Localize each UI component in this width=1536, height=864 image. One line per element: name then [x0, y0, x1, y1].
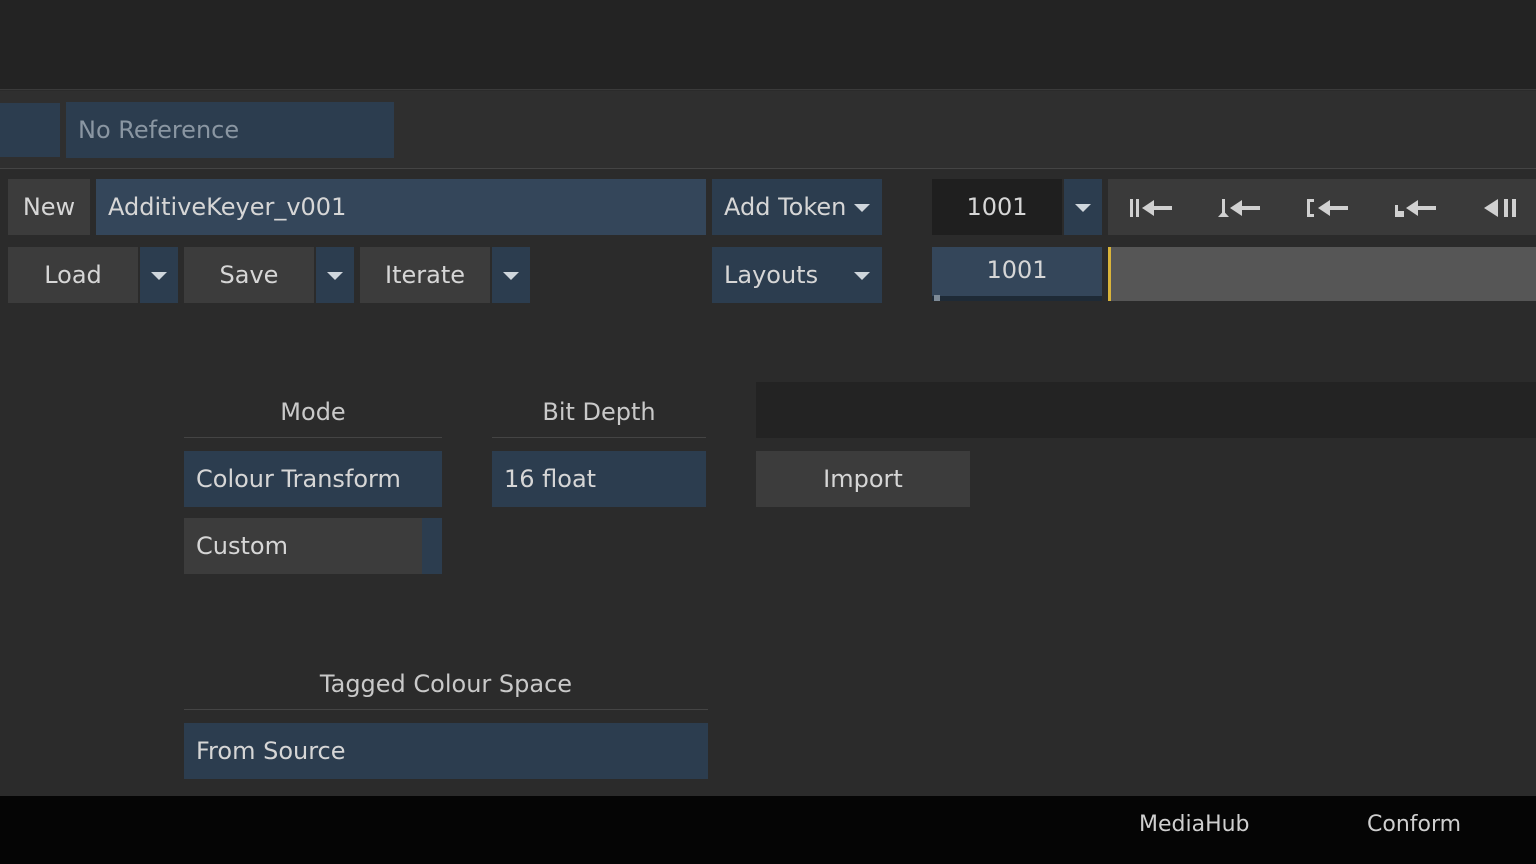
tab-conform[interactable]: Conform: [1367, 810, 1461, 840]
import-button[interactable]: Import: [756, 451, 970, 507]
mode-dropdown[interactable]: Colour Transform: [184, 451, 442, 507]
chevron-down-icon: [151, 272, 167, 280]
timeline-mini-handle: [934, 295, 940, 301]
custom-options-button[interactable]: [422, 518, 442, 574]
chevron-down-icon: [854, 204, 870, 212]
save-options-button[interactable]: [316, 247, 354, 303]
layouts-dropdown[interactable]: Layouts: [712, 247, 882, 303]
custom-field[interactable]: Custom: [184, 518, 422, 574]
go-to-start-icon[interactable]: [1128, 197, 1176, 219]
previous-keyframe-icon[interactable]: [1216, 197, 1264, 219]
name-input[interactable]: AdditiveKeyer_v001: [96, 179, 706, 235]
new-button[interactable]: New: [8, 179, 90, 235]
tagged-colour-space-divider: [184, 709, 708, 710]
frame-field[interactable]: 1001: [932, 179, 1062, 235]
playhead[interactable]: [1108, 247, 1111, 301]
tagged-colour-space-label: Tagged Colour Space: [319, 670, 573, 698]
reference-field[interactable]: No Reference: [66, 102, 394, 158]
load-button[interactable]: Load: [8, 247, 138, 303]
transport-controls: [1108, 179, 1536, 235]
frame-options-button[interactable]: [1064, 179, 1102, 235]
previous-marker-icon[interactable]: [1392, 197, 1440, 219]
add-token-label: Add Token: [724, 193, 847, 221]
go-to-in-point-icon[interactable]: [1304, 197, 1352, 219]
timeline-frame-display: 1001: [932, 247, 1102, 301]
play-backward-icon[interactable]: [1480, 197, 1528, 219]
bit-depth-label: Bit Depth: [542, 398, 656, 426]
timeline-mini-scrub: [932, 296, 1102, 301]
mode-label: Mode: [280, 398, 346, 426]
iterate-options-button[interactable]: [492, 247, 530, 303]
load-options-button[interactable]: [140, 247, 178, 303]
save-button[interactable]: Save: [184, 247, 314, 303]
chevron-down-icon: [1075, 204, 1091, 212]
timeline-frame-value: 1001: [986, 256, 1048, 284]
import-path-field[interactable]: [756, 382, 1536, 438]
chevron-down-icon: [327, 272, 343, 280]
top-panel: [0, 0, 1536, 90]
bit-depth-dropdown[interactable]: 16 float: [492, 451, 706, 507]
footer-tab-bar: MediaHub Conform: [0, 796, 1536, 864]
timeline-track[interactable]: [1108, 247, 1536, 301]
mode-divider: [184, 437, 442, 438]
reference-selector-button[interactable]: [0, 103, 60, 157]
chevron-down-icon: [854, 272, 870, 280]
chevron-down-icon: [503, 272, 519, 280]
add-token-dropdown[interactable]: Add Token: [712, 179, 882, 235]
iterate-button[interactable]: Iterate: [360, 247, 490, 303]
layouts-label: Layouts: [724, 261, 819, 289]
bit-depth-divider: [492, 437, 706, 438]
tab-mediahub[interactable]: MediaHub: [1139, 810, 1250, 840]
tagged-colour-space-dropdown[interactable]: From Source: [184, 723, 708, 779]
